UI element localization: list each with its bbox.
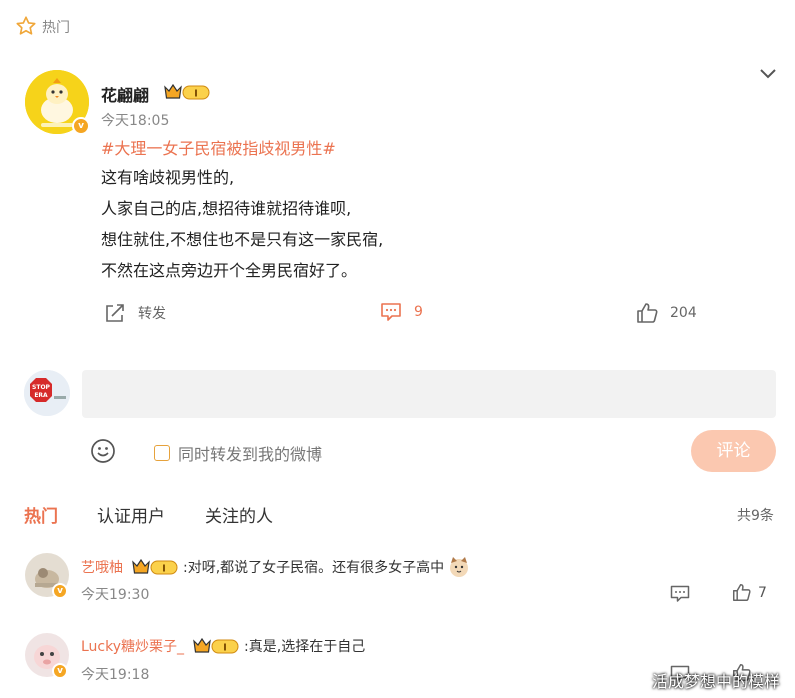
star-icon: [16, 16, 36, 35]
comment-total-count: 共9条: [737, 508, 774, 524]
vip-crown-badge-icon: I: [193, 637, 239, 654]
comment-tabs: 热门 认证用户 关注的人 共9条: [0, 500, 795, 530]
repost-option-label: 同时转发到我的微博: [178, 445, 323, 464]
tab-following[interactable]: 关注的人: [205, 502, 273, 527]
vip-level-text: I: [194, 89, 198, 100]
verified-badge: v: [72, 117, 90, 135]
post-timestamp: 今天18:05: [101, 113, 170, 129]
share-icon: [106, 304, 124, 322]
verified-badge: v: [52, 583, 68, 599]
watermark-text: 活成梦想中的模样: [652, 672, 781, 691]
thumbs-up-icon: [732, 583, 751, 602]
post-line: 人家自己的店,想招待谁就招待谁呗,: [101, 199, 352, 218]
vip-level-text: I: [162, 564, 166, 575]
comment-body: 艺哦柚 I :对呀,都说了女子民宿。还有很多女子高中: [81, 556, 470, 578]
hashtag-link[interactable]: #大理一女子民宿被指歧视男性#: [101, 135, 336, 159]
avatar-text-line-1: STOP: [32, 384, 51, 391]
like-count: 204: [670, 305, 697, 321]
current-user-avatar: STOP ERA: [24, 370, 70, 416]
comment-like-button[interactable]: 7: [732, 583, 767, 602]
commenter-name[interactable]: 艺哦柚: [81, 557, 123, 577]
repost-button[interactable]: 转发: [104, 302, 166, 324]
comment-text: :真是,选择在于自己: [244, 639, 366, 655]
cat-emoji-icon: [450, 557, 469, 577]
vip-crown-badge-icon: I: [164, 83, 210, 100]
emoji-smiley-icon[interactable]: [90, 438, 116, 464]
like-button[interactable]: 204: [636, 302, 697, 324]
comment-item: v 艺哦柚 I :对呀,都说了女子民宿。还有很多女子高中 今天19:30 7: [0, 553, 795, 625]
chevron-down-icon[interactable]: [758, 66, 778, 80]
comment-count: 9: [414, 304, 423, 320]
submit-comment-button[interactable]: 评论: [691, 430, 776, 472]
comment-icon: [381, 303, 401, 321]
comment-timestamp: 今天19:18: [81, 667, 150, 683]
tab-hot[interactable]: 热门: [24, 502, 58, 527]
thumbs-up-icon: [637, 303, 658, 323]
post-line: 想住就住,不想住也不是只有这一家民宿,: [101, 230, 384, 249]
comment-button[interactable]: 9: [380, 302, 423, 322]
reply-comment-icon[interactable]: [670, 585, 690, 603]
vip-crown-badge-icon: I: [132, 558, 178, 575]
vip-level-text: I: [223, 643, 227, 654]
repost-label: 转发: [138, 306, 166, 322]
post-line: 这有啥歧视男性的,: [101, 168, 235, 187]
comment-text: :对呀,都说了女子民宿。还有很多女子高中: [183, 560, 445, 576]
top-bar: 热门: [0, 0, 795, 52]
hot-section-label: 热门: [42, 20, 70, 36]
verified-badge: v: [52, 663, 68, 679]
post-content: 这有啥歧视男性的, 人家自己的店,想招待谁就招待谁呗, 想住就住,不想住也不是只…: [101, 162, 383, 286]
commenter-name[interactable]: Lucky糖炒栗子_: [81, 636, 184, 656]
author-name[interactable]: 花翩翩: [101, 82, 149, 106]
comment-body: Lucky糖炒栗子_ I :真是,选择在于自己: [81, 636, 365, 656]
stop-era-avatar-image: STOP ERA: [24, 370, 70, 416]
repost-to-weibo-option[interactable]: 同时转发到我的微博: [154, 441, 322, 465]
comment-like-count: 7: [758, 584, 767, 601]
avatar-text-line-2: ERA: [34, 392, 48, 399]
post-line: 不然在这点旁边开个全男民宿好了。: [101, 261, 358, 280]
repost-checkbox[interactable]: [154, 445, 170, 461]
comment-timestamp: 今天19:30: [81, 587, 150, 603]
comment-input[interactable]: [82, 370, 776, 418]
tab-verified-users[interactable]: 认证用户: [97, 502, 165, 527]
